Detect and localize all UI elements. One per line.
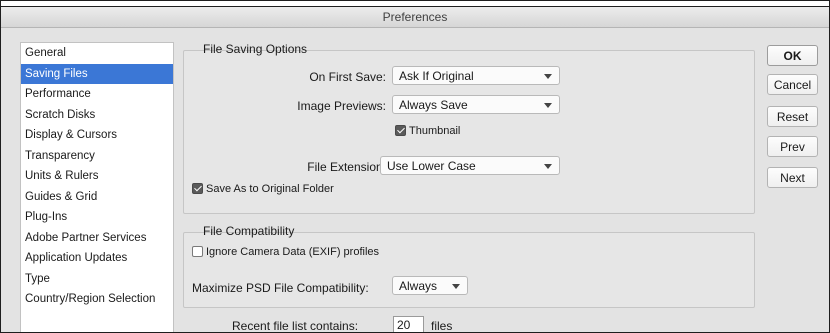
recent-files-suffix: files: [431, 319, 453, 333]
sidebar-item-units-rulers[interactable]: Units & Rulers: [21, 166, 173, 187]
maximize-psd-select[interactable]: Always: [392, 276, 468, 295]
sidebar-item-transparency[interactable]: Transparency: [21, 146, 173, 167]
chevron-down-icon: [452, 284, 460, 289]
sidebar-item-country-region[interactable]: Country/Region Selection: [21, 289, 173, 310]
chevron-down-icon: [544, 164, 552, 169]
sidebar-item-general[interactable]: General: [21, 43, 173, 64]
on-first-save-select[interactable]: Ask If Original: [392, 66, 560, 85]
file-compatibility-group: [183, 232, 755, 308]
sidebar-item-performance[interactable]: Performance: [21, 84, 173, 105]
file-compatibility-title: File Compatibility: [203, 224, 295, 238]
sidebar-item-display-cursors[interactable]: Display & Cursors: [21, 125, 173, 146]
sidebar-item-scratch-disks[interactable]: Scratch Disks: [21, 105, 173, 126]
file-extension-label: File Extension:: [307, 160, 386, 174]
recent-files-label: Recent file list contains:: [232, 319, 359, 333]
window-title: Preferences: [1, 7, 829, 28]
save-as-original-row[interactable]: Save As to Original Folder: [192, 183, 334, 195]
thumbnail-checkbox[interactable]: [395, 125, 406, 136]
ignore-camera-row[interactable]: Ignore Camera Data (EXIF) profiles: [192, 246, 379, 258]
file-extension-value: Use Lower Case: [387, 159, 476, 173]
prev-button[interactable]: Prev: [767, 136, 818, 157]
on-first-save-label: On First Save:: [309, 70, 386, 84]
ignore-camera-label: Ignore Camera Data (EXIF) profiles: [206, 246, 380, 258]
thumbnail-checkbox-row[interactable]: Thumbnail: [395, 125, 460, 137]
chevron-down-icon: [544, 103, 552, 108]
preferences-category-list[interactable]: General Saving Files Performance Scratch…: [20, 42, 174, 332]
sidebar-item-guides-grid[interactable]: Guides & Grid: [21, 187, 173, 208]
image-previews-label: Image Previews:: [297, 99, 386, 113]
sidebar-item-adobe-partner-services[interactable]: Adobe Partner Services: [21, 228, 173, 249]
file-extension-select[interactable]: Use Lower Case: [380, 156, 560, 175]
image-previews-select[interactable]: Always Save: [392, 95, 560, 114]
sidebar-item-saving-files[interactable]: Saving Files: [21, 63, 173, 84]
on-first-save-value: Ask If Original: [399, 69, 474, 83]
next-button[interactable]: Next: [767, 167, 818, 188]
preferences-window: Preferences General Saving Files Perform…: [0, 0, 830, 333]
file-saving-options-title: File Saving Options: [203, 42, 308, 56]
maximize-psd-label: Maximize PSD File Compatibility:: [192, 281, 369, 295]
sidebar-item-application-updates[interactable]: Application Updates: [21, 248, 173, 269]
sidebar-item-plug-ins[interactable]: Plug-Ins: [21, 207, 173, 228]
save-as-original-checkbox[interactable]: [192, 183, 203, 194]
chevron-down-icon: [544, 74, 552, 79]
image-previews-value: Always Save: [399, 98, 468, 112]
reset-button[interactable]: Reset: [767, 106, 818, 127]
thumbnail-label: Thumbnail: [409, 125, 461, 137]
save-as-original-label: Save As to Original Folder: [206, 183, 334, 195]
cancel-button[interactable]: Cancel: [767, 74, 818, 95]
maximize-psd-value: Always: [399, 279, 438, 293]
ignore-camera-checkbox[interactable]: [192, 246, 203, 257]
ok-button[interactable]: OK: [767, 45, 818, 66]
sidebar-item-type[interactable]: Type: [21, 269, 173, 290]
recent-files-input[interactable]: 20: [393, 316, 424, 332]
